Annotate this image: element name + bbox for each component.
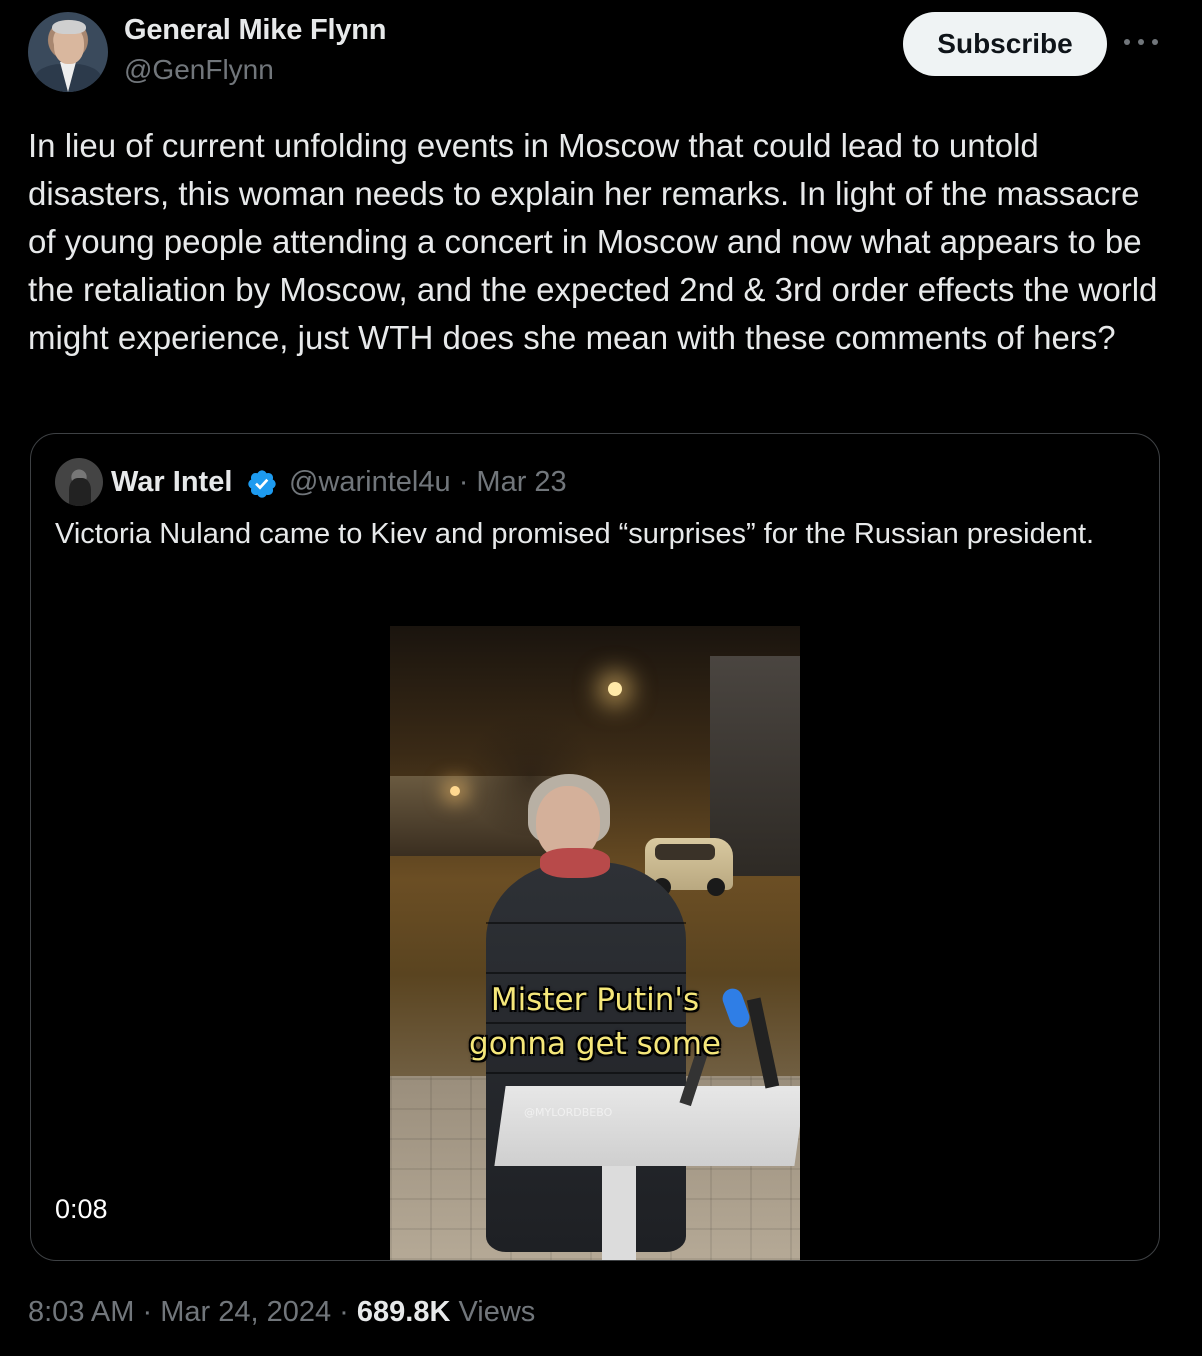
car-wheel xyxy=(707,878,725,896)
video-scene-streetlight xyxy=(608,682,622,696)
tweet-date[interactable]: Mar 24, 2024 xyxy=(160,1296,331,1328)
coat-quilt-line xyxy=(486,1072,686,1074)
video-scene-scarf xyxy=(540,848,610,878)
quoted-tweet-card[interactable]: War Intel @warintel4u · Mar 23 Victoria … xyxy=(30,433,1160,1261)
views-count: 689.8K xyxy=(356,1296,451,1328)
separator: · xyxy=(142,1296,153,1328)
author-handle[interactable]: @GenFlynn xyxy=(124,54,274,86)
video-watermark: @MYLORDBEBO xyxy=(524,1106,613,1119)
quoted-date[interactable]: Mar 23 xyxy=(476,466,566,498)
car-window xyxy=(655,844,715,860)
coat-quilt-line xyxy=(486,972,686,974)
dot xyxy=(1138,39,1144,45)
video-scene-podium-leg xyxy=(602,1166,636,1260)
avatar-figure xyxy=(69,478,91,506)
separator: · xyxy=(458,466,469,498)
video-caption: Mister Putin's gonna get some xyxy=(390,978,800,1066)
video-caption-line: gonna get some xyxy=(469,1026,721,1062)
quoted-handle[interactable]: @warintel4u xyxy=(289,466,451,498)
dot xyxy=(1124,39,1130,45)
video-scene-podium xyxy=(494,1086,800,1166)
separator: · xyxy=(339,1296,349,1328)
subscribe-button[interactable]: Subscribe xyxy=(903,12,1107,76)
verified-badge-icon xyxy=(248,470,276,498)
author-avatar[interactable] xyxy=(28,12,108,92)
views-label: Views xyxy=(458,1296,536,1328)
dot xyxy=(1152,39,1158,45)
quoted-author-avatar[interactable] xyxy=(55,458,103,506)
quoted-meta: @warintel4u · Mar 23 xyxy=(289,466,567,499)
video-scene-streetlight xyxy=(450,786,460,796)
author-name[interactable]: General Mike Flynn xyxy=(124,14,387,47)
avatar-hair xyxy=(52,20,86,34)
tweet-time[interactable]: 8:03 AM xyxy=(28,1296,134,1328)
more-horizontal-icon[interactable] xyxy=(1124,28,1158,56)
coat-quilt-line xyxy=(486,922,686,924)
video-caption-line: Mister Putin's xyxy=(490,982,700,1018)
tweet-text: In lieu of current unfolding events in M… xyxy=(28,127,1158,356)
tweet-footer: 8:03 AM · Mar 24, 2024 · 689.8K Views xyxy=(28,1296,535,1329)
video-player[interactable]: Mister Putin's gonna get some @MYLORDBEB… xyxy=(390,626,800,1260)
video-duration: 0:08 xyxy=(55,1194,108,1224)
quoted-text: Victoria Nuland came to Kiev and promise… xyxy=(55,518,1095,550)
quoted-author-name[interactable]: War Intel xyxy=(111,466,232,499)
